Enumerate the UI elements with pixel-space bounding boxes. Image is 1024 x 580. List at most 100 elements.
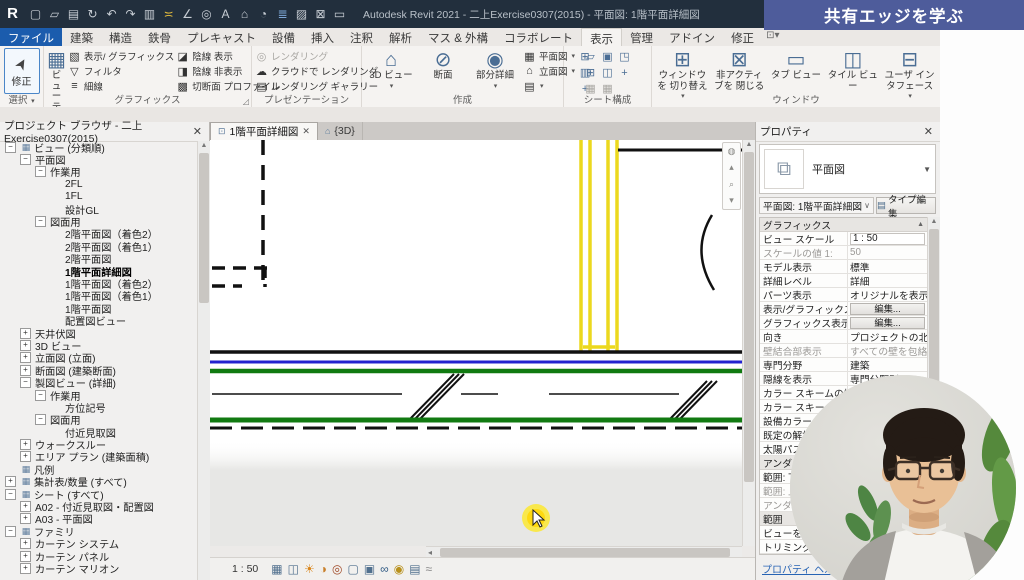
ribbon-tab-プレキャスト[interactable]: プレキャスト bbox=[179, 28, 264, 46]
ribbon-tab-表示[interactable]: 表示 bbox=[581, 28, 622, 46]
close-view-icon[interactable]: ✕ bbox=[302, 126, 310, 137]
temporary-view-properties-icon[interactable]: ▤ bbox=[409, 563, 420, 575]
expand-icon[interactable]: + bbox=[20, 551, 31, 562]
tree-item[interactable]: +3D ビュー bbox=[0, 339, 196, 351]
collapse-icon[interactable]: − bbox=[5, 142, 16, 153]
表示/-グラフィックス-button[interactable]: ▧表示/ グラフィックス bbox=[68, 49, 174, 63]
revision-icon[interactable]: ⊞ bbox=[583, 66, 599, 81]
dialog-launcher-icon[interactable]: ◿ bbox=[243, 97, 249, 106]
nav-down-icon[interactable]: ▾ bbox=[729, 195, 734, 206]
type-selector[interactable]: ⧉ 平面図 ▼ bbox=[759, 144, 936, 194]
crop-view-icon[interactable]: ▢ bbox=[347, 563, 358, 575]
ribbon-tab-コラボレート[interactable]: コラボレート bbox=[496, 28, 581, 46]
open-icon[interactable]: ▱ bbox=[47, 3, 62, 25]
property-group-header[interactable]: グラフィックス▲ bbox=[760, 218, 927, 232]
panel-label-select[interactable]: 選択 ▾ bbox=[0, 94, 43, 107]
クラウドで-レンダリング-button[interactable]: ☁クラウドで レンダリング bbox=[255, 64, 378, 78]
ribbon-tab-構造[interactable]: 構造 bbox=[101, 28, 140, 46]
floor-plan-canvas[interactable] bbox=[210, 140, 742, 546]
ribbon-tab-設備[interactable]: 設備 bbox=[264, 28, 303, 46]
フィルタ-button[interactable]: ▽フィルタ bbox=[68, 64, 174, 78]
print-icon[interactable]: ▥ bbox=[142, 3, 157, 25]
title-block-icon[interactable]: ◳ bbox=[617, 50, 633, 65]
3D-ビュー-button[interactable]: ⌂3D ビュー▾ bbox=[365, 48, 417, 92]
collapse-icon[interactable]: − bbox=[35, 414, 46, 425]
properties-close-icon[interactable]: ✕ bbox=[921, 125, 936, 138]
tree-item[interactable]: +エリア プラン (建築面積) bbox=[0, 451, 196, 463]
canvas-vertical-scrollbar[interactable]: ▲ bbox=[742, 140, 755, 546]
ribbon-tab-修正[interactable]: 修正 bbox=[723, 28, 762, 46]
expand-icon[interactable]: + bbox=[20, 352, 31, 363]
tree-item[interactable]: 方位記号 bbox=[0, 401, 196, 413]
tag-icon[interactable]: ◎ bbox=[199, 3, 214, 25]
worksharing-display-icon[interactable]: ≈ bbox=[426, 563, 433, 575]
collapse-icon[interactable]: − bbox=[35, 390, 46, 401]
断面-button[interactable]: ⊘断面 bbox=[417, 48, 469, 92]
place-view-icon[interactable]: ▣ bbox=[600, 50, 616, 65]
render-dialog-icon[interactable]: ◎ bbox=[332, 563, 342, 575]
matchline-icon[interactable]: + bbox=[617, 66, 633, 81]
section-icon[interactable]: ◔ bbox=[256, 3, 271, 25]
collapse-icon[interactable]: − bbox=[35, 166, 46, 177]
ribbon-tab-アドイン[interactable]: アドイン bbox=[661, 28, 723, 46]
部分詳細-button[interactable]: ◉部分詳細▾ bbox=[469, 48, 521, 92]
panel-label-graphics[interactable]: グラフィックス bbox=[44, 94, 251, 107]
steering-wheel-icon[interactable]: ◍ bbox=[728, 146, 736, 157]
modify-selector-icon[interactable]: ⊡▾ bbox=[762, 28, 783, 46]
非アクティブを-閉じる-button[interactable]: ⊠非アクティブを 閉じる bbox=[713, 48, 765, 92]
tree-item[interactable]: −製図ビュー (詳細) bbox=[0, 376, 196, 388]
ribbon-tab-鉄骨[interactable]: 鉄骨 bbox=[140, 28, 179, 46]
temporary-hide-icon[interactable]: ∞ bbox=[380, 563, 389, 575]
tree-item[interactable]: 配置図ビュー bbox=[0, 314, 196, 326]
project-browser-scrollbar[interactable]: ▲ bbox=[197, 141, 210, 580]
expand-icon[interactable]: + bbox=[20, 563, 31, 574]
ribbon-tab-ファイル[interactable]: ファイル bbox=[0, 28, 62, 46]
visual-style-icon[interactable]: ◫ bbox=[288, 563, 299, 575]
expand-icon[interactable]: + bbox=[20, 538, 31, 549]
細線-button[interactable]: ≡細線 bbox=[68, 79, 174, 93]
switch-windows-icon[interactable]: ▭ bbox=[332, 3, 347, 25]
ribbon-tab-マス & 外構[interactable]: マス & 外構 bbox=[420, 28, 496, 46]
view-scale-button[interactable]: 1 : 50 bbox=[232, 563, 258, 575]
ribbon-tab-建築[interactable]: 建築 bbox=[62, 28, 101, 46]
edit-type-button[interactable]: ▤ タイプ編集 bbox=[876, 197, 936, 214]
tree-item[interactable]: +A03 - 平面図 bbox=[0, 513, 196, 525]
redo-icon[interactable]: ↷ bbox=[123, 3, 138, 25]
thin-lines-icon[interactable]: ▨ bbox=[294, 3, 309, 25]
zoom-icon[interactable]: ⌕ bbox=[729, 179, 734, 190]
shadows-icon[interactable]: ◑ bbox=[320, 563, 327, 575]
collapse-icon[interactable]: − bbox=[5, 489, 16, 500]
collapse-icon[interactable]: − bbox=[20, 154, 31, 165]
tree-item[interactable]: +カーテン マリオン bbox=[0, 562, 196, 574]
expand-icon[interactable]: + bbox=[20, 340, 31, 351]
レンダリング-button[interactable]: ◎レンダリング bbox=[255, 49, 378, 63]
show-crop-icon[interactable]: ▣ bbox=[364, 563, 375, 575]
modify-button[interactable]: ➤ 修正 bbox=[4, 48, 40, 94]
expand-icon[interactable]: + bbox=[20, 365, 31, 376]
navigation-bar[interactable]: ◍ ▴ ⌕ ▾ bbox=[722, 142, 741, 210]
expand-icon[interactable]: + bbox=[20, 501, 31, 512]
instance-selector[interactable]: 平面図: 1階平面詳細図∨ bbox=[759, 197, 874, 214]
collapse-icon[interactable]: − bbox=[20, 377, 31, 388]
tree-item[interactable]: +天井伏図 bbox=[0, 327, 196, 339]
project-browser-close-icon[interactable]: ✕ bbox=[190, 125, 205, 138]
tree-item[interactable]: −▦ビュー (分類順) bbox=[0, 141, 196, 153]
aligned-dimension-icon[interactable]: ≍ bbox=[161, 3, 176, 25]
guide-grid-icon[interactable]: ◫ bbox=[600, 66, 616, 81]
view-tab-3d[interactable]: ⌂ {3D} bbox=[318, 122, 363, 140]
schedule-icon[interactable]: ≣ bbox=[275, 3, 290, 25]
measure-icon[interactable]: ∠ bbox=[180, 3, 195, 25]
タブ-ビュー-button[interactable]: ▭タブ ビュー bbox=[770, 48, 822, 82]
expand-icon[interactable]: + bbox=[5, 476, 16, 487]
ribbon-tab-挿入[interactable]: 挿入 bbox=[303, 28, 342, 46]
new-sheet-icon[interactable]: ▱ bbox=[583, 50, 599, 65]
collapse-icon[interactable]: − bbox=[5, 526, 16, 537]
expand-icon[interactable]: + bbox=[20, 513, 31, 524]
expand-icon[interactable]: + bbox=[20, 439, 31, 450]
sun-path-icon[interactable]: ☀ bbox=[304, 563, 315, 575]
tree-item[interactable]: −作業用 bbox=[0, 166, 196, 178]
tree-item[interactable]: +A02 - 付近見取図・配置図 bbox=[0, 500, 196, 512]
tree-item[interactable]: 設計GL bbox=[0, 203, 196, 215]
nav-up-icon[interactable]: ▴ bbox=[729, 162, 734, 173]
view-tab-active[interactable]: ⊡ 1階平面詳細図 ✕ bbox=[210, 122, 318, 140]
